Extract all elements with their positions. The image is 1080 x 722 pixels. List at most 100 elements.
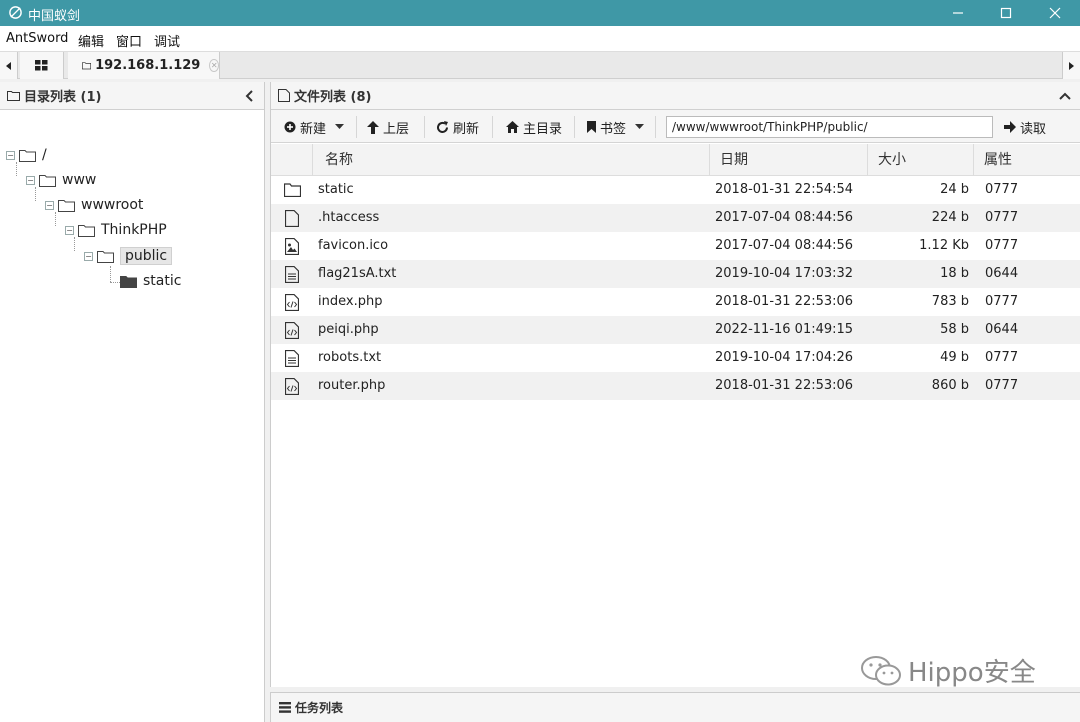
minimize-button[interactable]	[934, 0, 982, 26]
file-date: 2022-11-16 01:49:15	[715, 322, 854, 337]
new-button[interactable]: 新建	[284, 117, 348, 137]
file-outline-icon	[278, 89, 290, 102]
file-size: 58 b	[940, 322, 969, 337]
tree-node-public[interactable]: − public	[84, 245, 173, 267]
tree-node-static[interactable]: static	[120, 270, 181, 292]
file-name: favicon.ico	[318, 238, 389, 253]
file-row[interactable]: index.php 2018-01-31 22:53:06 783 b 0777	[271, 288, 1080, 316]
file-name: flag21sA.txt	[318, 266, 397, 281]
caret-left-icon	[5, 61, 11, 70]
tree-node-wwwroot[interactable]: − wwwroot	[45, 194, 143, 216]
read-button[interactable]: 读取	[1004, 117, 1046, 137]
tree-toggle-icon[interactable]: −	[26, 175, 35, 185]
close-button[interactable]	[1031, 0, 1079, 26]
file-row[interactable]: static 2018-01-31 22:54:54 24 b 0777	[271, 176, 1080, 204]
wechat-logo-icon	[861, 655, 901, 685]
tree-node-label: /	[42, 147, 47, 163]
grid-header-name[interactable]: 名称	[313, 144, 710, 176]
maximize-button[interactable]	[982, 0, 1030, 26]
directory-panel: 目录列表 (1) − / − www − wwwroot − ThinkPHP	[0, 82, 265, 722]
file-attr: 0777	[985, 350, 1019, 365]
file-row[interactable]: robots.txt 2019-10-04 17:04:26 49 b 0777	[271, 344, 1080, 372]
image-file-icon	[285, 237, 299, 255]
tree-node-root[interactable]: − /	[6, 144, 47, 166]
plus-circle-icon	[284, 121, 296, 133]
menu-window[interactable]: 窗口	[116, 31, 142, 50]
text-file-icon	[285, 349, 299, 367]
task-panel-header[interactable]: 任务列表	[270, 692, 1080, 722]
tree-node-label: ThinkPHP	[101, 222, 167, 238]
file-row[interactable]: peiqi.php 2022-11-16 01:49:15 58 b 0644	[271, 316, 1080, 344]
tab-scroll-right-button[interactable]	[1062, 52, 1080, 79]
file-attr: 0777	[985, 294, 1019, 309]
grid-header-size[interactable]: 大小	[868, 144, 974, 176]
tree-toggle-icon[interactable]: −	[65, 225, 74, 235]
home-icon	[506, 121, 519, 133]
file-date: 2018-01-31 22:53:06	[715, 294, 854, 309]
home-button[interactable]: 主目录	[506, 117, 562, 137]
file-row[interactable]: flag21sA.txt 2019-10-04 17:03:32 18 b 06…	[271, 260, 1080, 288]
grid-icon	[35, 60, 48, 71]
caret-right-icon	[1068, 61, 1074, 70]
task-panel-title: 任务列表	[295, 701, 344, 715]
file-size: 1.12 Kb	[919, 238, 969, 253]
folder-outline-icon	[97, 250, 114, 263]
window-title: 中国蚁剑	[28, 9, 81, 24]
file-date: 2019-10-04 17:03:32	[715, 266, 854, 281]
grid-header-date[interactable]: 日期	[710, 144, 868, 176]
menu-antsword[interactable]: AntSword	[6, 31, 68, 46]
path-input[interactable]	[666, 116, 993, 138]
antsword-logo-icon	[9, 6, 22, 19]
collapse-left-icon[interactable]	[245, 90, 255, 102]
file-row[interactable]: favicon.ico 2017-07-04 08:44:56 1.12 Kb …	[271, 232, 1080, 260]
file-size: 860 b	[931, 378, 969, 393]
tree-node-label: static	[143, 273, 182, 289]
tab-dashboard[interactable]	[20, 52, 64, 79]
tab-close-icon[interactable]: ✕	[209, 59, 219, 72]
refresh-button[interactable]: 刷新	[436, 117, 479, 137]
file-name: router.php	[318, 378, 386, 393]
file-panel-header: 文件列表 (8)	[271, 82, 1080, 110]
file-panel-title: 文件列表 (8)	[294, 90, 372, 105]
refresh-button-label: 刷新	[453, 121, 480, 137]
tab-host[interactable]: 192.168.1.129 ✕	[68, 52, 220, 79]
tree-node-www[interactable]: − www	[26, 169, 96, 191]
tree-node-thinkphp[interactable]: − ThinkPHP	[65, 219, 167, 241]
up-button-label: 上层	[383, 121, 410, 137]
file-attr: 0777	[985, 238, 1019, 253]
up-button[interactable]: 上层	[367, 117, 409, 137]
folder-outline-icon	[19, 149, 36, 162]
grid-header-attr[interactable]: 属性	[974, 144, 1080, 176]
minimize-icon	[953, 12, 963, 14]
file-row[interactable]: .htaccess 2017-07-04 08:44:56 224 b 0777	[271, 204, 1080, 232]
file-row[interactable]: router.php 2018-01-31 22:53:06 860 b 077…	[271, 372, 1080, 400]
file-attr: 0644	[985, 322, 1019, 337]
tree-toggle-icon[interactable]: −	[84, 251, 93, 261]
file-name: static	[318, 182, 354, 197]
file-size: 783 b	[931, 294, 969, 309]
menu-bar: AntSword 编辑 窗口 调试	[0, 26, 1080, 52]
collapse-up-icon[interactable]	[1059, 91, 1071, 101]
code-file-icon	[285, 377, 299, 395]
file-toolbar: 新建 上层 刷新 主目录 书签 读取	[271, 110, 1080, 143]
menu-edit[interactable]: 编辑	[78, 31, 104, 50]
bookmark-button[interactable]: 书签	[587, 117, 648, 137]
file-attr: 0777	[985, 378, 1019, 393]
bookmark-icon	[587, 121, 596, 133]
tree-node-label: www	[62, 172, 97, 188]
arrow-up-icon	[367, 120, 379, 134]
tree-toggle-icon[interactable]: −	[45, 200, 54, 210]
folder-outline-icon	[39, 174, 56, 187]
file-name: robots.txt	[318, 350, 382, 365]
tree-node-label: public	[120, 247, 173, 265]
watermark-text: Hippo安全	[908, 658, 1036, 688]
file-date: 2018-01-31 22:53:06	[715, 378, 854, 393]
folder-outline-icon	[78, 224, 95, 237]
menu-debug[interactable]: 调试	[154, 31, 180, 50]
file-grid: 名称 日期 大小 属性 static 2018-01-31 22:54:54 2…	[271, 144, 1080, 400]
tree-toggle-icon[interactable]: −	[6, 150, 15, 160]
tab-scroll-left-button[interactable]	[0, 52, 18, 79]
file-name: .htaccess	[318, 210, 380, 225]
code-file-icon	[285, 321, 299, 339]
folder-outline-icon	[58, 199, 75, 212]
